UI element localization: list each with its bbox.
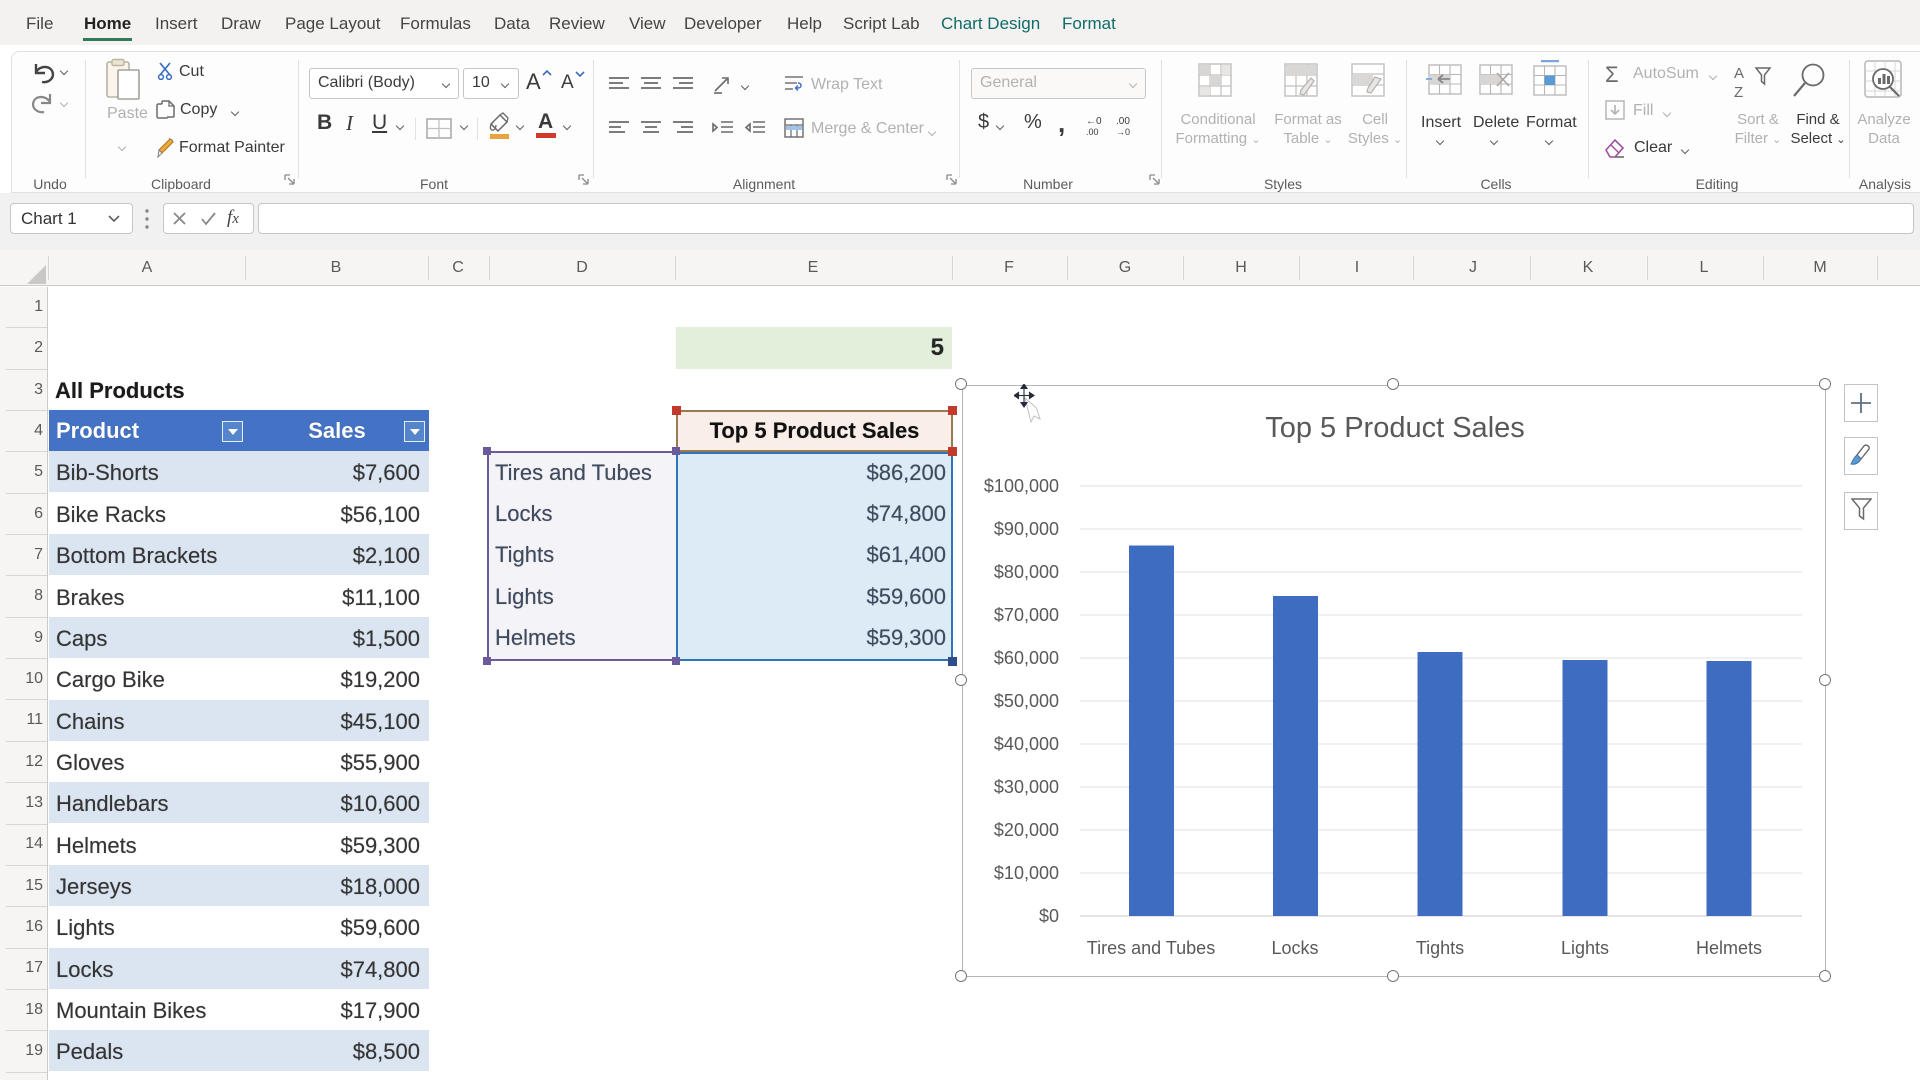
svg-text:Helmets: Helmets (1696, 938, 1762, 958)
svg-text:Z: Z (1734, 84, 1743, 101)
svg-text:Locks: Locks (1271, 938, 1318, 958)
svg-text:.00: .00 (1116, 116, 1130, 127)
svg-text:$60,000: $60,000 (994, 648, 1059, 668)
svg-text:$80,000: $80,000 (994, 562, 1059, 582)
svg-text:$10,000: $10,000 (994, 863, 1059, 883)
svg-text:Lights: Lights (1561, 938, 1609, 958)
svg-text:$70,000: $70,000 (994, 605, 1059, 625)
svg-text:$20,000: $20,000 (994, 820, 1059, 840)
svg-text:←0: ←0 (1086, 116, 1102, 127)
svg-text:$30,000: $30,000 (994, 777, 1059, 797)
svg-text:$50,000: $50,000 (994, 691, 1059, 711)
svg-text:Tights: Tights (1416, 938, 1464, 958)
svg-text:Tires and Tubes: Tires and Tubes (1087, 938, 1215, 958)
svg-text:$90,000: $90,000 (994, 519, 1059, 539)
svg-text:.00: .00 (1086, 127, 1099, 136)
svg-text:$100,000: $100,000 (984, 476, 1059, 496)
svg-text:$0: $0 (1039, 906, 1059, 926)
svg-text:→0: →0 (1116, 127, 1130, 136)
svg-text:A: A (1734, 65, 1744, 82)
svg-text:$40,000: $40,000 (994, 734, 1059, 754)
